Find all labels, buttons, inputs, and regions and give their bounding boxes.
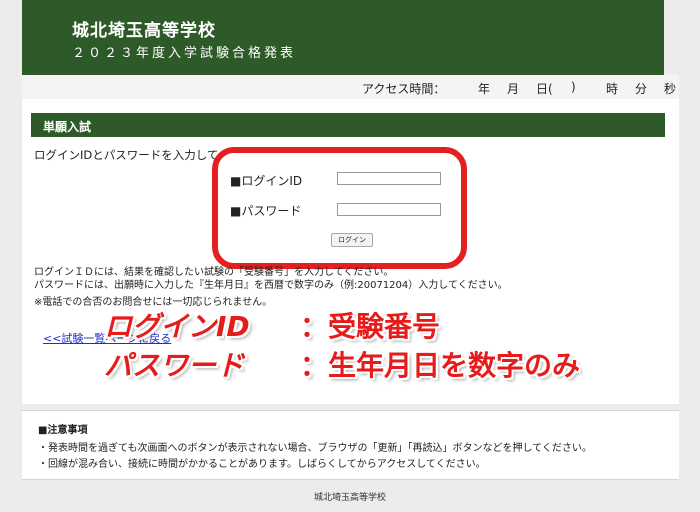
school-name: 城北埼玉高等学校 [72, 21, 216, 41]
notice-line-refresh: ・発表時間を過ぎても次画面へのボタンが表示されない場合、ブラウザの「更新」「再読… [38, 443, 592, 454]
overlay-login-id-value: ：受験番号 [300, 310, 441, 343]
password-input[interactable] [337, 203, 441, 216]
access-unit-hour: 時 [606, 82, 619, 96]
exam-title: ２０２３年度入学試験合格発表 [72, 46, 297, 61]
password-label: ■パスワード [230, 204, 302, 218]
login-form-highlight: ■ログインID ■パスワード ログイン [212, 147, 467, 269]
notice-line-congestion: ・回線が混み合い、接続に時間がかかることがあります。しばらくしてからアクセスして… [38, 459, 486, 470]
site-header: 城北埼玉高等学校 ２０２３年度入学試験合格発表 [22, 0, 664, 75]
notice-title: ■注意事項 [38, 425, 88, 436]
access-time-bar: アクセス時間： 年 月 日( ) 時 分 秒 [22, 75, 679, 100]
overlay-login-id-hint: ログインID ：受験番号 [104, 305, 440, 345]
access-unit-day-close: ) [571, 80, 576, 94]
login-id-label: ■ログインID [230, 174, 303, 188]
overlay-password-hint: パスワード ：生年月日を数字のみ [104, 344, 580, 384]
notice-box: ■注意事項 ・発表時間を過ぎても次画面へのボタンが表示されない場合、ブラウザの「… [22, 410, 679, 480]
main-content: 単願入試 ログインIDとパスワードを入力してください。 ■ログインID ■パスワ… [22, 99, 679, 404]
access-time-label: アクセス時間： [362, 82, 446, 96]
login-button[interactable]: ログイン [331, 233, 373, 247]
password-note: パスワードには、出願時に入力した『生年月日』を西暦で数字のみ（例:2007120… [34, 280, 508, 291]
login-id-input[interactable] [337, 172, 441, 185]
section-header: 単願入試 [31, 113, 665, 137]
overlay-login-id-key: ログインID [104, 310, 250, 343]
overlay-password-value: ：生年月日を数字のみ [300, 349, 581, 382]
page-footer: 城北埼玉高等学校 [313, 493, 386, 503]
access-unit-minute: 分 [635, 82, 648, 96]
access-unit-month: 月 [507, 82, 520, 96]
access-unit-year: 年 [478, 82, 491, 96]
access-unit-day-open: 日( [536, 82, 553, 96]
overlay-password-key: パスワード [104, 349, 245, 382]
section-title: 単願入試 [43, 120, 92, 134]
access-unit-second: 秒 [664, 82, 677, 96]
